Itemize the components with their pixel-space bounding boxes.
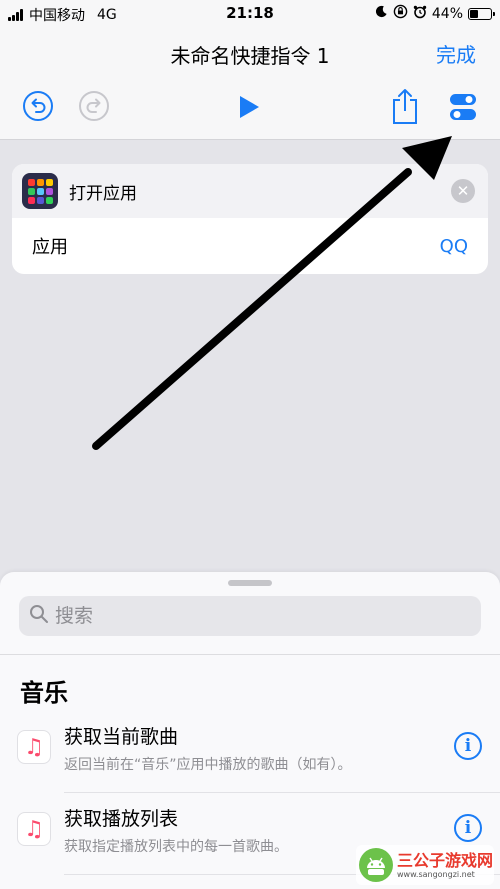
remove-action-button[interactable]: ✕ xyxy=(451,179,475,203)
divider xyxy=(0,654,500,655)
watermark-url: www.sangongzi.net xyxy=(397,869,475,879)
watermark-name: 三公子游戏网 xyxy=(397,850,494,870)
done-button[interactable]: 完成 xyxy=(436,39,476,68)
apps-grid-icon xyxy=(22,173,58,209)
list-item[interactable]: ♫ 获取当前歌曲 返回当前在“音乐”应用中播放的歌曲（如有）。 i xyxy=(0,722,500,794)
redo-icon xyxy=(78,90,110,126)
section-title: 音乐 xyxy=(20,679,68,707)
music-note-icon: ♫ xyxy=(17,812,51,846)
info-button[interactable]: i xyxy=(454,814,482,842)
list-item-title: 获取播放列表 xyxy=(64,808,179,830)
moon-icon xyxy=(375,5,388,22)
info-button[interactable]: i xyxy=(454,732,482,760)
battery-icon xyxy=(468,7,495,20)
list-divider xyxy=(64,792,500,793)
share-icon xyxy=(391,87,419,129)
music-note-icon: ♫ xyxy=(17,730,51,764)
settings-toggle-button[interactable] xyxy=(448,92,478,126)
list-item-title: 获取当前歌曲 xyxy=(64,726,179,748)
search-bar[interactable] xyxy=(19,596,481,636)
actions-sheet: 音乐 ♫ 获取当前歌曲 返回当前在“音乐”应用中播放的歌曲（如有）。 i ♫ 获… xyxy=(0,572,500,889)
action-header: 打开应用 ✕ xyxy=(12,164,488,218)
watermark: 三公子游戏网 www.sangongzi.net xyxy=(356,845,494,885)
toggle-settings-icon xyxy=(449,92,477,126)
parameter-value[interactable]: QQ xyxy=(440,236,468,257)
status-right: 44% xyxy=(375,4,495,23)
search-input[interactable] xyxy=(55,605,455,627)
action-parameter-row[interactable]: 应用 QQ xyxy=(12,218,488,274)
redo-button[interactable] xyxy=(78,90,110,126)
share-button[interactable] xyxy=(390,88,420,128)
sheet-grabber[interactable] xyxy=(228,580,272,586)
android-logo-icon xyxy=(358,847,394,883)
page-title: 未命名快捷指令 1 xyxy=(170,44,330,68)
action-title: 打开应用 xyxy=(69,183,137,204)
search-icon xyxy=(29,604,49,628)
parameter-label: 应用 xyxy=(32,237,68,258)
list-item-subtitle: 获取指定播放列表中的每一首歌曲。 xyxy=(64,839,288,855)
list-item-subtitle: 返回当前在“音乐”应用中播放的歌曲（如有）。 xyxy=(64,757,352,773)
alarm-icon xyxy=(413,5,427,23)
watermark-text: 三公子游戏网 www.sangongzi.net xyxy=(397,850,494,879)
play-icon xyxy=(236,94,262,124)
undo-button[interactable] xyxy=(22,90,54,126)
run-button[interactable] xyxy=(234,94,264,124)
open-app-action-card[interactable]: 打开应用 ✕ 应用 QQ xyxy=(12,164,488,274)
battery-percent: 44% xyxy=(431,5,463,22)
navigation-bar: 未命名快捷指令 1 完成 xyxy=(0,28,500,140)
orientation-lock-icon xyxy=(393,4,408,23)
undo-icon xyxy=(22,90,54,126)
status-bar: 中国移动 4G 21:18 44% xyxy=(0,0,500,28)
close-icon: ✕ xyxy=(456,182,470,200)
